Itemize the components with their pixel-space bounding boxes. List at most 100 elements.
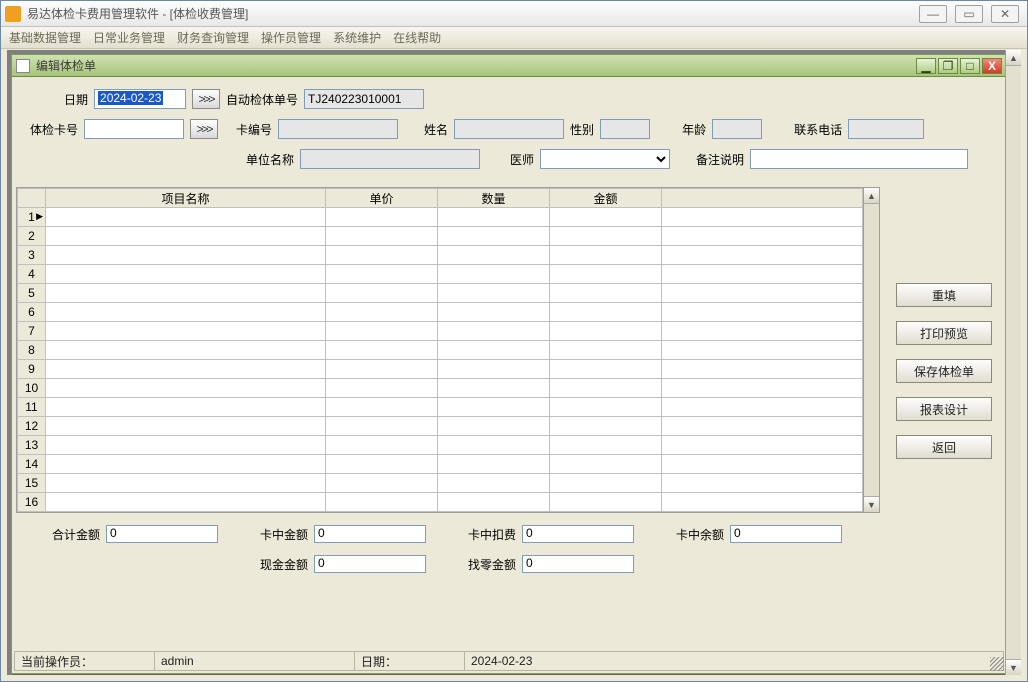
row-header[interactable]: 3 — [18, 246, 46, 265]
mdi-scroll-up-icon[interactable]: ▲ — [1006, 50, 1021, 66]
cell[interactable] — [46, 474, 326, 493]
close-button[interactable]: ✕ — [991, 5, 1019, 23]
child-close-button[interactable]: X — [982, 58, 1002, 74]
cell[interactable] — [662, 303, 863, 322]
table-row[interactable]: 15 — [18, 474, 863, 493]
grid-vscroll[interactable]: ▲ ▼ — [864, 187, 880, 513]
items-grid[interactable]: 项目名称 单价 数量 金额 12345678910111213141516 — [16, 187, 864, 513]
table-row[interactable]: 10 — [18, 379, 863, 398]
menu-help[interactable]: 在线帮助 — [393, 29, 441, 46]
cell[interactable] — [326, 455, 438, 474]
cell[interactable] — [46, 303, 326, 322]
row-header[interactable]: 10 — [18, 379, 46, 398]
row-header[interactable]: 14 — [18, 455, 46, 474]
cell[interactable] — [550, 265, 662, 284]
cell[interactable] — [550, 322, 662, 341]
cell[interactable] — [662, 417, 863, 436]
row-header[interactable]: 12 — [18, 417, 46, 436]
row-header[interactable]: 15 — [18, 474, 46, 493]
cell[interactable] — [550, 455, 662, 474]
table-row[interactable]: 4 — [18, 265, 863, 284]
cell[interactable] — [662, 227, 863, 246]
cell[interactable] — [326, 493, 438, 512]
cell[interactable] — [46, 436, 326, 455]
table-row[interactable]: 11 — [18, 398, 863, 417]
cell[interactable] — [550, 436, 662, 455]
mdi-scroll-down-icon[interactable]: ▼ — [1006, 659, 1021, 675]
cell[interactable] — [326, 360, 438, 379]
col-price[interactable]: 单价 — [326, 189, 438, 208]
cell[interactable] — [326, 208, 438, 227]
cell[interactable] — [46, 208, 326, 227]
cell[interactable] — [662, 284, 863, 303]
cell[interactable] — [46, 360, 326, 379]
cell[interactable] — [550, 493, 662, 512]
cell[interactable] — [550, 341, 662, 360]
cell[interactable] — [46, 246, 326, 265]
cell[interactable] — [662, 322, 863, 341]
cell[interactable] — [438, 227, 550, 246]
row-header[interactable]: 5 — [18, 284, 46, 303]
cell[interactable] — [46, 265, 326, 284]
cell[interactable] — [550, 474, 662, 493]
row-header[interactable]: 7 — [18, 322, 46, 341]
cell[interactable] — [662, 360, 863, 379]
col-item-name[interactable]: 项目名称 — [46, 189, 326, 208]
col-amount[interactable]: 金额 — [550, 189, 662, 208]
cell[interactable] — [550, 417, 662, 436]
maximize-button[interactable]: ▭ — [955, 5, 983, 23]
menu-operator[interactable]: 操作员管理 — [261, 29, 321, 46]
cell[interactable] — [550, 208, 662, 227]
cell[interactable] — [46, 417, 326, 436]
cell[interactable] — [550, 398, 662, 417]
cell[interactable] — [326, 398, 438, 417]
child-restore-button[interactable]: ❐ — [938, 58, 958, 74]
resize-grip-icon[interactable] — [990, 657, 1004, 671]
table-row[interactable]: 7 — [18, 322, 863, 341]
child-minimize-button[interactable]: ▁ — [916, 58, 936, 74]
table-row[interactable]: 3 — [18, 246, 863, 265]
table-row[interactable]: 6 — [18, 303, 863, 322]
table-row[interactable]: 2 — [18, 227, 863, 246]
remark-input[interactable] — [750, 149, 968, 169]
cell[interactable] — [46, 341, 326, 360]
table-row[interactable]: 14 — [18, 455, 863, 474]
mdi-vscroll[interactable]: ▲ ▼ — [1005, 50, 1021, 675]
cell[interactable] — [550, 284, 662, 303]
child-maximize-button[interactable]: □ — [960, 58, 980, 74]
cell[interactable] — [438, 398, 550, 417]
row-header[interactable]: 1 — [18, 208, 46, 227]
btn-save[interactable]: 保存体检单 — [896, 359, 992, 383]
row-header[interactable]: 2 — [18, 227, 46, 246]
menu-daily-business[interactable]: 日常业务管理 — [93, 29, 165, 46]
row-header[interactable]: 11 — [18, 398, 46, 417]
cell[interactable] — [46, 227, 326, 246]
cell[interactable] — [662, 455, 863, 474]
cell[interactable] — [326, 322, 438, 341]
scroll-up-icon[interactable]: ▲ — [864, 188, 879, 204]
cell[interactable] — [662, 208, 863, 227]
cell[interactable] — [438, 474, 550, 493]
cell[interactable] — [326, 284, 438, 303]
cell[interactable] — [326, 227, 438, 246]
cell[interactable] — [46, 284, 326, 303]
cell[interactable] — [438, 455, 550, 474]
cell[interactable] — [326, 474, 438, 493]
cell[interactable] — [46, 493, 326, 512]
table-row[interactable]: 8 — [18, 341, 863, 360]
cell[interactable] — [550, 379, 662, 398]
btn-report-design[interactable]: 报表设计 — [896, 397, 992, 421]
card-no-more-button[interactable]: >>> — [190, 119, 218, 139]
minimize-button[interactable]: — — [919, 5, 947, 23]
menu-finance-query[interactable]: 财务查询管理 — [177, 29, 249, 46]
table-row[interactable]: 13 — [18, 436, 863, 455]
cell[interactable] — [662, 398, 863, 417]
cell[interactable] — [326, 341, 438, 360]
btn-reset[interactable]: 重填 — [896, 283, 992, 307]
row-header[interactable]: 9 — [18, 360, 46, 379]
cell[interactable] — [326, 436, 438, 455]
card-no-input[interactable] — [84, 119, 184, 139]
menu-basic-data[interactable]: 基础数据管理 — [9, 29, 81, 46]
row-header[interactable]: 4 — [18, 265, 46, 284]
cell[interactable] — [662, 341, 863, 360]
